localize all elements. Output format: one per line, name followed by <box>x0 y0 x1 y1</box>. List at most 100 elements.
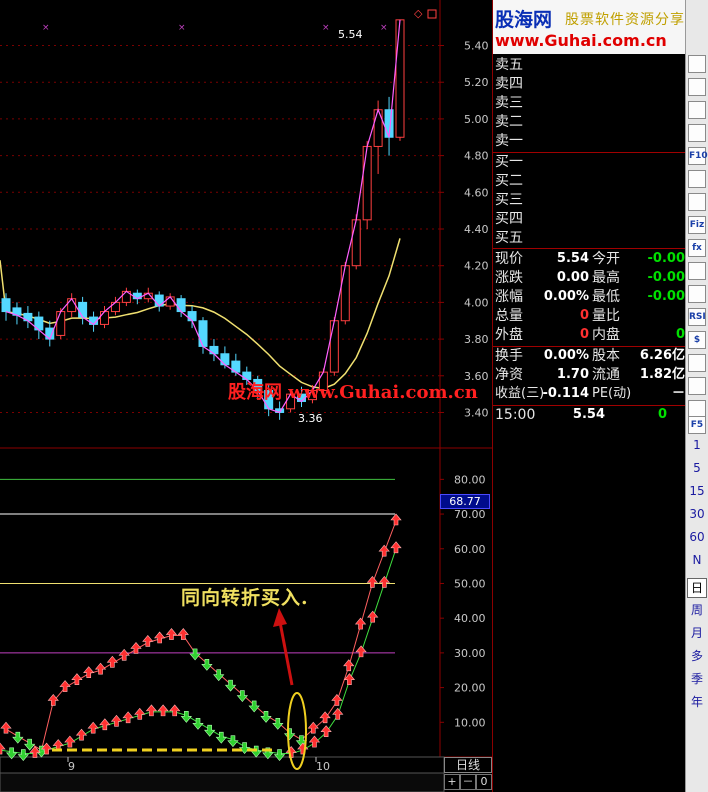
period-button-day[interactable]: 日 <box>687 578 707 598</box>
down-arrow-icon <box>189 648 201 661</box>
indicator-arrow <box>169 704 181 717</box>
indicator-arrow <box>0 742 6 755</box>
indicator-arrow <box>189 648 201 661</box>
kline-chart-area[interactable]: 5.40 5.20 5.00 4.80 4.60 4.40 4.20 4.00 3.80 3.60… <box>0 0 492 792</box>
fundamentals-row: 净资 1.70 流通 1.82亿 <box>495 365 685 385</box>
up-arrow-icon <box>378 544 390 557</box>
window-icon <box>427 9 437 19</box>
up-arrow-icon <box>64 735 76 748</box>
price-tick-label: 4.80 <box>464 150 489 163</box>
period-button-other[interactable]: 周 <box>686 601 708 618</box>
search-icon[interactable] <box>688 262 706 280</box>
indicator-tick-label: 10.00 <box>454 716 486 729</box>
up-arrow-icon <box>366 576 379 588</box>
list-icon[interactable] <box>688 124 706 142</box>
indicator-arrow <box>236 690 249 702</box>
kline-icon[interactable] <box>688 78 706 96</box>
indicator-arrow <box>355 645 367 658</box>
up-arrow-icon <box>145 704 158 717</box>
rsi-icon[interactable]: RSI <box>688 308 706 326</box>
up-arrow-icon <box>332 707 344 720</box>
indicator-icon[interactable] <box>688 285 706 303</box>
buy-level-label: 买四 <box>495 211 523 227</box>
top-marker: × <box>322 23 330 33</box>
scroll-bar <box>0 772 445 792</box>
zoom-in-button[interactable]: + <box>444 774 460 790</box>
indicator-arrow <box>248 700 260 713</box>
candle-body <box>220 353 230 366</box>
up-arrow-icon <box>59 680 71 692</box>
sell-level-label: 卖一 <box>495 133 523 149</box>
indicator-arrow <box>366 576 379 588</box>
line-chart-icon[interactable] <box>688 55 706 73</box>
tick-row: 15:00 5.54 0 <box>495 405 685 425</box>
up-arrow-icon <box>99 718 111 731</box>
document-icon[interactable] <box>688 170 706 188</box>
period-button-30[interactable]: 30 <box>686 507 708 521</box>
indicator-arrow <box>378 576 390 588</box>
indicator-arrow <box>110 714 123 727</box>
period-button-5[interactable]: 5 <box>686 461 708 475</box>
buy-level-label: 买二 <box>495 173 523 189</box>
period-button-other[interactable]: 季 <box>686 670 708 687</box>
candle-body <box>187 311 197 322</box>
zoom-reset-button[interactable]: 0 <box>476 774 492 790</box>
sell-level-label: 卖二 <box>495 114 523 130</box>
indicator-arrow <box>47 694 59 706</box>
indicator-arrow <box>94 662 107 675</box>
function-icon[interactable]: fx <box>688 239 706 257</box>
arrows-icon[interactable] <box>688 377 706 395</box>
top-marker: × <box>42 23 50 33</box>
indicator-arrow <box>332 707 344 720</box>
zoom-out-button[interactable]: － <box>460 774 476 790</box>
quote-label: 量比 <box>592 308 620 324</box>
indicator-arrow <box>260 711 272 723</box>
quote-value: 5.54 <box>556 251 589 266</box>
candle-body <box>110 301 120 313</box>
indicator-arrow <box>145 704 158 717</box>
up-arrow-icon <box>157 704 169 717</box>
down-arrow-icon <box>213 669 225 682</box>
period-button-other[interactable]: 多 <box>686 647 708 664</box>
price-low-label: 3.36 <box>298 412 323 425</box>
table-icon[interactable] <box>688 101 706 119</box>
quote-label: 涨跌 <box>495 270 523 286</box>
indicator-arrow <box>331 694 343 706</box>
indicator-tick-label: 80.00 <box>454 473 486 486</box>
dollar-icon[interactable]: $ <box>688 331 706 349</box>
candle-body <box>1 298 11 313</box>
buy-level-label: 买五 <box>495 230 523 246</box>
indicator-arrow <box>134 707 146 720</box>
period-button-1[interactable]: 1 <box>686 438 708 452</box>
period-button-other[interactable]: 月 <box>686 624 708 641</box>
logo-tagline: 股票软件资源分享 <box>565 12 685 28</box>
quote-label: 最高 <box>592 270 620 286</box>
fundamentals-label: 股本 <box>592 348 620 364</box>
buy-level-label: 买三 <box>495 192 523 208</box>
up-arrow-icon <box>134 707 146 720</box>
period-button-other[interactable]: 年 <box>686 693 708 710</box>
period-button-60[interactable]: 60 <box>686 530 708 544</box>
period-button-N[interactable]: N <box>686 553 708 567</box>
fiz-icon[interactable]: Fiz <box>688 216 706 234</box>
candle-body <box>100 311 109 325</box>
indicator-tick-label: 50.00 <box>454 577 486 590</box>
indicator-arrow <box>367 610 379 623</box>
indicator-arrow <box>378 544 390 557</box>
move-icon[interactable] <box>688 354 706 372</box>
indicator-arrow <box>201 658 213 671</box>
right-toolbar: F10 Fiz fx RSI $ F5 1 5 15 30 60 N 日周月多季年 <box>685 0 708 792</box>
indicator-arrow <box>227 735 239 748</box>
quote-row: 现价 5.54 今开 -0.00 <box>495 249 685 269</box>
candle-body <box>78 301 88 318</box>
top-marker: × <box>178 23 186 33</box>
f10-icon[interactable]: F10 <box>688 147 708 165</box>
down-arrow-icon <box>283 728 296 741</box>
period-label-button[interactable]: 日线 <box>444 757 492 773</box>
up-arrow-icon <box>94 662 107 675</box>
quote-label: 今开 <box>592 251 620 267</box>
f5-button[interactable]: F5 <box>688 416 706 434</box>
info-icon[interactable] <box>688 193 706 211</box>
period-button-15[interactable]: 15 <box>686 484 708 498</box>
quote-row: 外盘 0 内盘 0 <box>495 325 685 345</box>
